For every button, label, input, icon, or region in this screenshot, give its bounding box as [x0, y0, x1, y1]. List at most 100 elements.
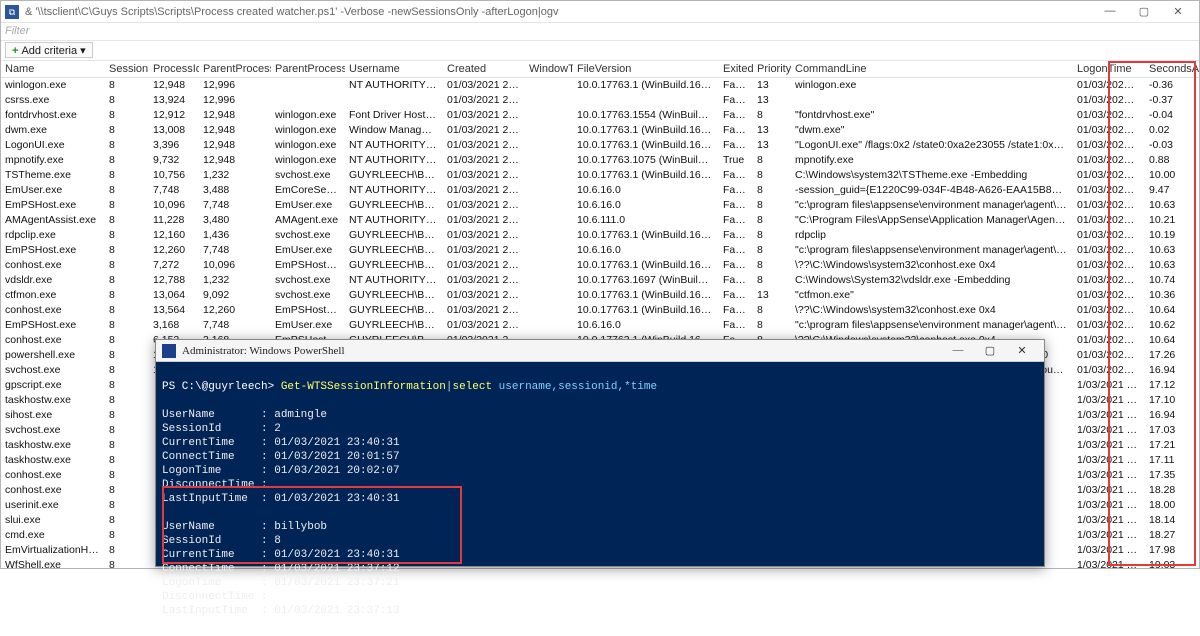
table-row[interactable]: vdsldr.exe812,7881,232svchost.exeNT AUTH… [1, 273, 1199, 288]
cell-ppid: 3,480 [199, 213, 271, 228]
ps-title: Administrator: Windows PowerShell [182, 345, 942, 357]
filter-input[interactable]: Filter [1, 23, 1199, 41]
col-created[interactable]: Created [443, 61, 525, 78]
col-sessionid[interactable]: SessionId [105, 61, 149, 78]
cell-cmd: "ctfmon.exe" [791, 288, 1073, 303]
cell-sal: 17.26 [1145, 348, 1199, 363]
cell-name: slui.exe [1, 513, 105, 528]
cell-prio: 13 [753, 93, 791, 108]
cell-name: conhost.exe [1, 258, 105, 273]
cell-name: svchost.exe [1, 423, 105, 438]
table-row[interactable]: mpnotify.exe89,73212,948winlogon.exeNT A… [1, 153, 1199, 168]
col-commandline[interactable]: CommandLine [791, 61, 1073, 78]
table-row[interactable]: conhost.exe87,27210,096EmPSHost.exeGUYRL… [1, 258, 1199, 273]
maximize-button[interactable]: ▢ [1127, 5, 1161, 18]
col-processid[interactable]: ProcessId [149, 61, 199, 78]
col-parentprocess[interactable]: ParentProcess [271, 61, 345, 78]
table-row[interactable]: EmPSHost.exe810,0967,748EmUser.exeGUYRLE… [1, 198, 1199, 213]
cell-ltime: 1/03/2021 23:37:11 [1073, 498, 1145, 513]
cell-user: GUYRLEECH\BillyBob [345, 243, 443, 258]
cell-ppid: 12,948 [199, 153, 271, 168]
cell-name: taskhostw.exe [1, 393, 105, 408]
table-row[interactable]: rdpclip.exe812,1601,436svchost.exeGUYRLE… [1, 228, 1199, 243]
cell-name: AMAgentAssist.exe [1, 213, 105, 228]
cell-fver: 10.0.17763.1554 (WinBuild.160101.0800) [573, 108, 719, 123]
cell-pid: 12,260 [149, 243, 199, 258]
col-logontime[interactable]: LogonTime [1073, 61, 1145, 78]
minimize-button[interactable]: — [1093, 5, 1127, 18]
cell-cmd: C:\Windows\system32\TSTheme.exe -Embeddi… [791, 168, 1073, 183]
header-row[interactable]: Name SessionId ProcessId ParentProcessId… [1, 61, 1199, 78]
ps-console[interactable]: PS C:\@guyrleech> Get-WTSSessionInformat… [156, 362, 1044, 636]
table-row[interactable]: AMAgentAssist.exe811,2283,480AMAgent.exe… [1, 213, 1199, 228]
cell-created: 01/03/2021 23:37:11 [443, 138, 525, 153]
col-parentprocessid[interactable]: ParentProcessId [199, 61, 271, 78]
table-row[interactable]: winlogon.exe812,94812,996NT AUTHORITY\SY… [1, 78, 1199, 94]
table-row[interactable]: LogonUI.exe83,39612,948winlogon.exeNT AU… [1, 138, 1199, 153]
ps-maximize-button[interactable]: ▢ [974, 344, 1006, 357]
powershell-window[interactable]: Administrator: Windows PowerShell — ▢ ✕ … [155, 339, 1045, 567]
cell-name: fontdrvhost.exe [1, 108, 105, 123]
col-fileversion[interactable]: FileVersion [573, 61, 719, 78]
cell-sal: 10.21 [1145, 213, 1199, 228]
cell-sal: 10.62 [1145, 318, 1199, 333]
cell-sal: 0.02 [1145, 123, 1199, 138]
col-priority[interactable]: Priority [753, 61, 791, 78]
cell-fver: 10.0.17763.1 (WinBuild.160101.0800) [573, 228, 719, 243]
cell-user: GUYRLEECH\BillyBob [345, 288, 443, 303]
cell-name: sihost.exe [1, 408, 105, 423]
cell-sid: 8 [105, 123, 149, 138]
close-button[interactable]: ✕ [1161, 5, 1195, 18]
table-row[interactable]: csrss.exe813,92412,99601/03/2021 23:37:1… [1, 93, 1199, 108]
cell-exit: False [719, 243, 753, 258]
col-name[interactable]: Name [1, 61, 105, 78]
cell-name: powershell.exe [1, 348, 105, 363]
table-row[interactable]: ctfmon.exe813,0649,092svchost.exeGUYRLEE… [1, 288, 1199, 303]
col-secondsafterlogon[interactable]: SecondsAfterLogon [1145, 61, 1199, 78]
cell-pproc: svchost.exe [271, 273, 345, 288]
cell-sal: 9.47 [1145, 183, 1199, 198]
table-row[interactable]: dwm.exe813,00812,948winlogon.exeWindow M… [1, 123, 1199, 138]
cell-pproc: EmUser.exe [271, 198, 345, 213]
table-row[interactable]: TSTheme.exe810,7561,232svchost.exeGUYRLE… [1, 168, 1199, 183]
cell-sal: 10.63 [1145, 198, 1199, 213]
cell-user: NT AUTHORITY\SYSTEM [345, 153, 443, 168]
ps-close-button[interactable]: ✕ [1006, 344, 1038, 357]
col-windowtitle[interactable]: WindowTitle [525, 61, 573, 78]
table-row[interactable]: fontdrvhost.exe812,91212,948winlogon.exe… [1, 108, 1199, 123]
add-criteria-button[interactable]: +Add criteria ▾ [5, 42, 93, 58]
cell-prio: 13 [753, 288, 791, 303]
cell-ppid: 12,948 [199, 108, 271, 123]
cell-sid: 8 [105, 318, 149, 333]
cell-ppid: 1,436 [199, 228, 271, 243]
cell-sid: 8 [105, 153, 149, 168]
cell-pid: 9,732 [149, 153, 199, 168]
cell-user: GUYRLEECH\BillyBob [345, 318, 443, 333]
cell-exit: False [719, 288, 753, 303]
table-row[interactable]: EmPSHost.exe83,1687,748EmUser.exeGUYRLEE… [1, 318, 1199, 333]
cell-sal: 17.35 [1145, 468, 1199, 483]
cell-name: ctfmon.exe [1, 288, 105, 303]
cell-user: GUYRLEECH\BillyBob [345, 168, 443, 183]
cell-sid: 8 [105, 528, 149, 543]
table-row[interactable]: EmUser.exe87,7483,488EmCoreService.exeNT… [1, 183, 1199, 198]
cell-prio: 8 [753, 183, 791, 198]
cell-ltime: 01/03/2021 23:37:11 [1073, 123, 1145, 138]
cell-sal: -0.03 [1145, 138, 1199, 153]
ps-minimize-button[interactable]: — [942, 344, 974, 357]
cell-name: LogonUI.exe [1, 138, 105, 153]
col-username[interactable]: Username [345, 61, 443, 78]
cell-fver: 10.6.16.0 [573, 183, 719, 198]
col-exited[interactable]: Exited [719, 61, 753, 78]
table-row[interactable]: EmPSHost.exe812,2607,748EmUser.exeGUYRLE… [1, 243, 1199, 258]
cell-user: NT AUTHORITY\SYSTEM [345, 78, 443, 94]
cell-wtitle [525, 243, 573, 258]
table-row[interactable]: conhost.exe813,56412,260EmPSHost.exeGUYR… [1, 303, 1199, 318]
cell-pid: 12,912 [149, 108, 199, 123]
cell-wtitle [525, 138, 573, 153]
cell-ppid: 7,748 [199, 318, 271, 333]
cell-created: 01/03/2021 23:37:22 [443, 318, 525, 333]
cell-fver: 10.0.17763.1075 (WinBuild.160101.0800) [573, 153, 719, 168]
cell-cmd: "C:\Program Files\AppSense\Application M… [791, 213, 1073, 228]
ogv-window: ⧉ & '\\tsclient\C\Guys Scripts\Scripts\P… [0, 0, 1200, 569]
